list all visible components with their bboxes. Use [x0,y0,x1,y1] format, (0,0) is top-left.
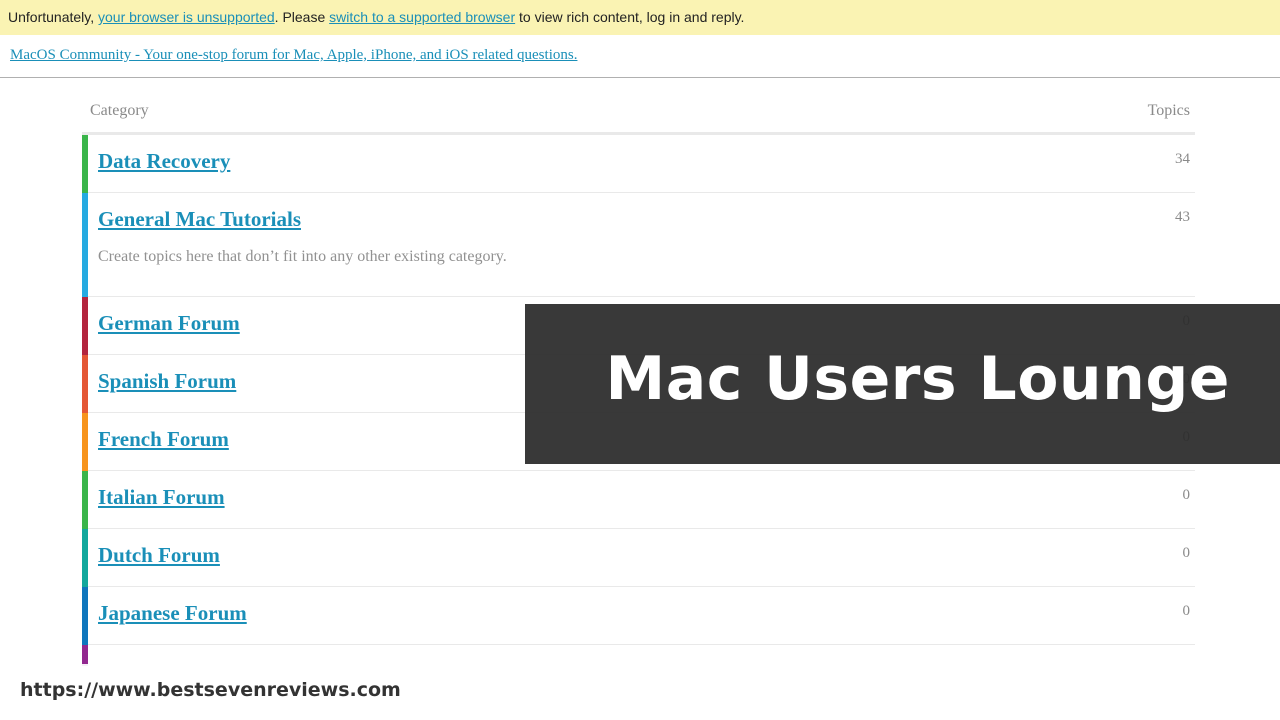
site-title-link[interactable]: MacOS Community - Your one-stop forum fo… [10,47,577,64]
notice-middle: . Please [274,9,330,25]
supported-browser-link[interactable]: switch to a supported browser [329,9,515,25]
category-link[interactable]: Spanish Forum [98,369,236,394]
site-header: MacOS Community - Your one-stop forum fo… [0,35,1280,78]
category-color-bar [82,645,88,666]
category-row-data-recovery: Data Recovery 34 [82,135,1195,193]
category-color-bar [82,193,88,297]
category-color-bar [82,355,88,413]
category-row-general-mac-tutorials: General Mac Tutorials Create topics here… [82,193,1195,297]
source-watermark: https://www.bestsevenreviews.com [0,664,600,720]
unsupported-browser-notice: Unfortunately, your browser is unsupport… [0,0,1280,35]
category-link[interactable]: Data Recovery [98,149,230,174]
notice-suffix: to view rich content, log in and reply. [515,9,745,25]
overlay-title: Mac Users Lounge [605,344,1230,414]
category-color-bar [82,471,88,529]
category-row-partial [82,645,1195,666]
table-header: Category Topics [82,78,1195,135]
category-link[interactable]: Italian Forum [98,485,225,510]
category-color-bar [82,529,88,587]
category-link[interactable]: Japanese Forum [98,601,247,626]
category-link[interactable]: German Forum [98,311,240,336]
topic-count: 0 [1182,603,1191,619]
column-header-category: Category [90,102,149,119]
unsupported-browser-link[interactable]: your browser is unsupported [98,9,275,25]
category-link[interactable]: General Mac Tutorials [98,207,301,232]
topic-count: 34 [1175,151,1190,167]
category-color-bar [82,587,88,645]
category-row-italian-forum: Italian Forum 0 [82,471,1195,529]
category-color-bar [82,413,88,471]
topic-count: 43 [1175,209,1190,225]
topic-count: 0 [1182,545,1191,561]
category-color-bar [82,135,88,193]
watermark-url: https://www.bestsevenreviews.com [20,679,401,701]
category-link[interactable]: Dutch Forum [98,543,220,568]
category-row-dutch-forum: Dutch Forum 0 [82,529,1195,587]
topic-count: 0 [1182,487,1191,503]
category-description: Create topics here that don’t fit into a… [98,248,507,265]
category-row-japanese-forum: Japanese Forum 0 [82,587,1195,645]
promo-overlay-banner: Mac Users Lounge [525,304,1280,464]
notice-prefix: Unfortunately, [8,9,99,25]
category-link[interactable]: French Forum [98,427,229,452]
category-color-bar [82,297,88,355]
column-header-topics: Topics [1147,102,1190,119]
